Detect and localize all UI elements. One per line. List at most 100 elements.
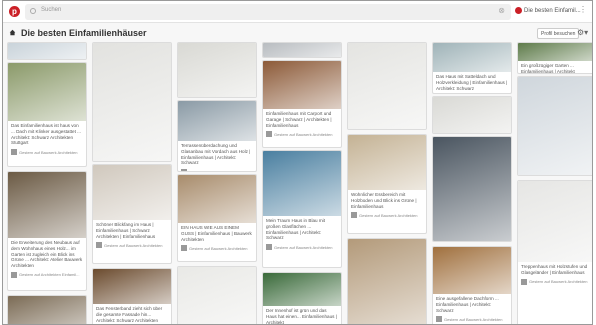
pin-source[interactable]: Gestern auf Bauwerk Architekten xyxy=(433,93,511,94)
pin-description: Treppenhaus mit Holzstufen und Glasgelän… xyxy=(521,264,588,275)
pin-card[interactable] xyxy=(432,96,512,134)
pin-image[interactable] xyxy=(8,172,86,238)
pin-image[interactable] xyxy=(433,137,511,241)
pin-card[interactable]: Die Erweiterung des Neubaus auf dem Wohn… xyxy=(7,171,87,291)
pin-description: Das Einfamilienhaus ist haus von ... Dac… xyxy=(11,123,81,146)
pin-source-label: Gestern auf Bauwerk Architekten xyxy=(189,245,248,251)
top-bar: p Suchen ⊗ Die besten Einfamil... ⋮ xyxy=(3,1,592,23)
pin-card[interactable] xyxy=(92,42,172,162)
pin-card[interactable]: Treppenhaus mit Holzstufen und Glasgelän… xyxy=(517,180,592,324)
pin-description: Der Innenhof ist grün und das Haus hat e… xyxy=(266,308,337,325)
more-icon[interactable]: ⋮ xyxy=(579,5,587,14)
source-avatar-icon xyxy=(436,316,442,323)
pin-image[interactable] xyxy=(178,101,256,141)
pin-source[interactable]: Gestern auf Bauwerk Architekten xyxy=(178,244,256,253)
pin-card[interactable]: Eine ausgefallene Dachform ... Einfamili… xyxy=(432,246,512,324)
source-avatar-icon xyxy=(181,245,187,252)
pin-source[interactable]: Gestern auf Bauwerk Architekten xyxy=(263,130,341,139)
pin-source[interactable]: Gestern auf Bauwerk Architekten xyxy=(263,243,341,252)
source-avatar-icon xyxy=(11,149,17,156)
home-icon[interactable] xyxy=(9,29,16,36)
source-avatar-icon xyxy=(96,242,102,249)
pin-image[interactable] xyxy=(263,151,341,216)
pin-source[interactable]: Gestern auf Bauwerk Architekten xyxy=(8,148,86,157)
clear-search-icon[interactable]: ⊗ xyxy=(498,6,505,15)
pin-source[interactable]: Gestern auf Bauwerk Architekten xyxy=(433,315,511,324)
pin-card[interactable] xyxy=(517,76,592,176)
pin-source[interactable]: Gestern auf Bauwerk Architekten xyxy=(178,168,256,171)
pin-description: EIN HAUS WIE AUS EINEM GUSS | Einfamilie… xyxy=(181,225,252,242)
pin-description: Die Erweiterung des Neubaus auf dem Wohn… xyxy=(11,240,83,269)
pin-source[interactable]: Gestern auf Bauwerk Architekten xyxy=(518,278,592,287)
pin-image[interactable] xyxy=(518,181,592,262)
pin-description: Terrassenüberdachung und Glasanbau mit V… xyxy=(181,143,251,166)
pin-description: Ein großzügiger Garten ... Einfamilienha… xyxy=(521,63,575,74)
pinterest-logo-icon[interactable]: p xyxy=(9,6,20,17)
pin-card[interactable] xyxy=(347,42,427,130)
pin-image[interactable] xyxy=(8,296,86,324)
page-title: Die besten Einfamilienhäuser xyxy=(21,28,147,38)
pin-image[interactable] xyxy=(263,61,341,109)
pin-image[interactable] xyxy=(8,43,86,59)
source-avatar-icon xyxy=(11,271,17,278)
pin-image[interactable] xyxy=(518,43,592,61)
source-avatar-icon xyxy=(266,244,272,251)
pin-image[interactable] xyxy=(93,43,171,161)
pin-card[interactable] xyxy=(7,295,87,324)
pin-image[interactable] xyxy=(518,77,592,175)
pin-image[interactable] xyxy=(8,63,86,121)
search-input[interactable]: Suchen ⊗ xyxy=(25,4,511,20)
pin-card[interactable]: Schöner Blickfang im Haus | Einfamilienh… xyxy=(92,164,172,264)
pin-card[interactable]: Das Haus mit Satteldach und Holzverkleid… xyxy=(432,42,512,94)
pin-image[interactable] xyxy=(348,135,426,190)
pin-image[interactable] xyxy=(348,43,426,129)
search-icon xyxy=(30,8,36,14)
pin-card[interactable]: EIN HAUS WIE AUS EINEM GUSS | Einfamilie… xyxy=(177,174,257,262)
source-avatar-icon xyxy=(351,212,357,219)
pin-card[interactable] xyxy=(347,238,427,324)
pin-card[interactable]: Das Fensterband zieht sich über die gesa… xyxy=(92,268,172,324)
pin-description: Eine ausgefallene Dachform ... Einfamili… xyxy=(436,296,499,313)
pin-card[interactable] xyxy=(177,266,257,324)
pin-card[interactable]: Mein Traum Haus in Blau mit großen Glasf… xyxy=(262,150,342,268)
pin-card[interactable] xyxy=(262,42,342,58)
pin-image[interactable] xyxy=(433,247,511,294)
pin-image[interactable] xyxy=(93,165,171,220)
pin-source-label: Gestern auf Bauwerk Architekten xyxy=(274,131,333,137)
pin-image[interactable] xyxy=(263,273,341,306)
pin-image[interactable] xyxy=(348,239,426,324)
visit-profile-button[interactable]: Profil besuchen xyxy=(537,28,580,39)
source-avatar-icon xyxy=(521,278,527,285)
pin-source[interactable]: Gestern auf Bauwerk Architekten xyxy=(348,211,426,220)
pin-card[interactable] xyxy=(432,136,512,242)
pin-card[interactable] xyxy=(177,42,257,98)
pin-image[interactable] xyxy=(433,43,511,72)
source-avatar-icon xyxy=(181,169,187,171)
pin-image[interactable] xyxy=(178,267,256,324)
pin-image[interactable] xyxy=(263,43,341,57)
pin-source-label: Gestern auf Bauwerk Architekten xyxy=(19,149,78,155)
pin-card[interactable]: Das Einfamilienhaus ist haus von ... Dac… xyxy=(7,62,87,167)
pin-grid: Das Einfamilienhaus ist haus von ... Dac… xyxy=(3,42,592,325)
pin-description: Einfamilienhaus mit Carport und Garage |… xyxy=(266,111,332,128)
pin-description: Schöner Blickfang im Haus | Einfamilienh… xyxy=(96,222,156,239)
gear-icon[interactable]: ⚙▾ xyxy=(577,28,588,37)
pin-source-label: Gestern auf Bauwerk Architekten xyxy=(359,212,418,218)
pin-image[interactable] xyxy=(93,269,171,304)
board-avatar-icon xyxy=(515,7,522,14)
pin-image[interactable] xyxy=(178,175,256,223)
board-link[interactable]: Die besten Einfamil... xyxy=(515,7,581,14)
pin-source-label: Gestern auf Bauwerk Architekten xyxy=(529,279,588,285)
pin-card[interactable]: Einfamilienhaus mit Carport und Garage |… xyxy=(262,60,342,148)
pin-image[interactable] xyxy=(178,43,256,97)
pin-card[interactable]: Ein großzügiger Garten ... Einfamilienha… xyxy=(517,42,592,74)
pin-card[interactable]: Terrassenüberdachung und Glasanbau mit V… xyxy=(177,100,257,172)
pin-source[interactable]: Gestern auf Bauwerk Architekten xyxy=(93,241,171,250)
pin-source[interactable]: Gestern auf Architekten Einfamil... xyxy=(8,271,86,280)
pin-source-label: Gestern auf Bauwerk Architekten xyxy=(274,244,333,250)
pin-card[interactable] xyxy=(7,42,87,60)
pin-image[interactable] xyxy=(433,97,511,133)
pin-card[interactable]: Wohnlicher Essbereich mit Holzboden und … xyxy=(347,134,427,234)
pin-card[interactable]: Der Innenhof ist grün und das Haus hat e… xyxy=(262,272,342,325)
pin-description: Das Haus mit Satteldach und Holzverkleid… xyxy=(436,74,508,91)
